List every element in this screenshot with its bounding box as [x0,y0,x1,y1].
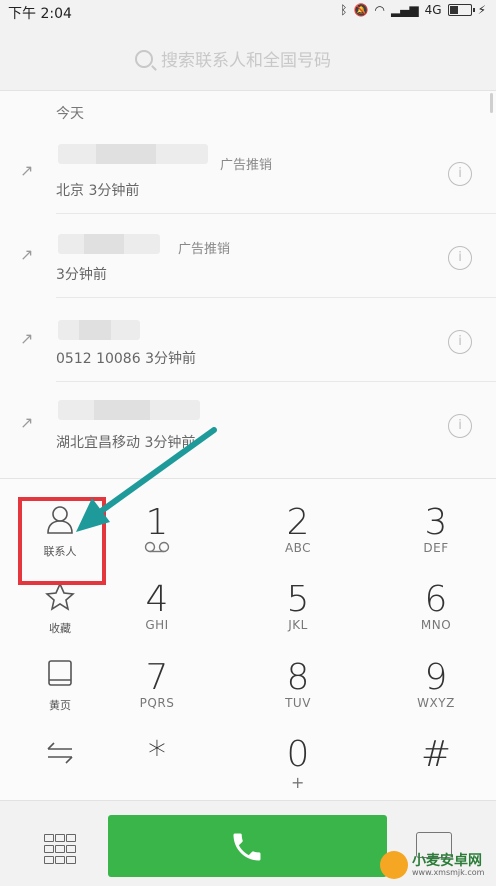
annotation-arrow [76,427,217,532]
call-button[interactable] [108,815,387,877]
watermark-name: 小麦安卓网 [412,852,482,869]
watermark-logo [380,851,408,879]
watermark: 小麦安卓网 www.xmsmjk.com [380,845,496,885]
watermark-url: www.xmsmjk.com [412,867,485,877]
dialpad-toggle-icon[interactable] [44,834,76,864]
phone-icon [233,833,261,861]
